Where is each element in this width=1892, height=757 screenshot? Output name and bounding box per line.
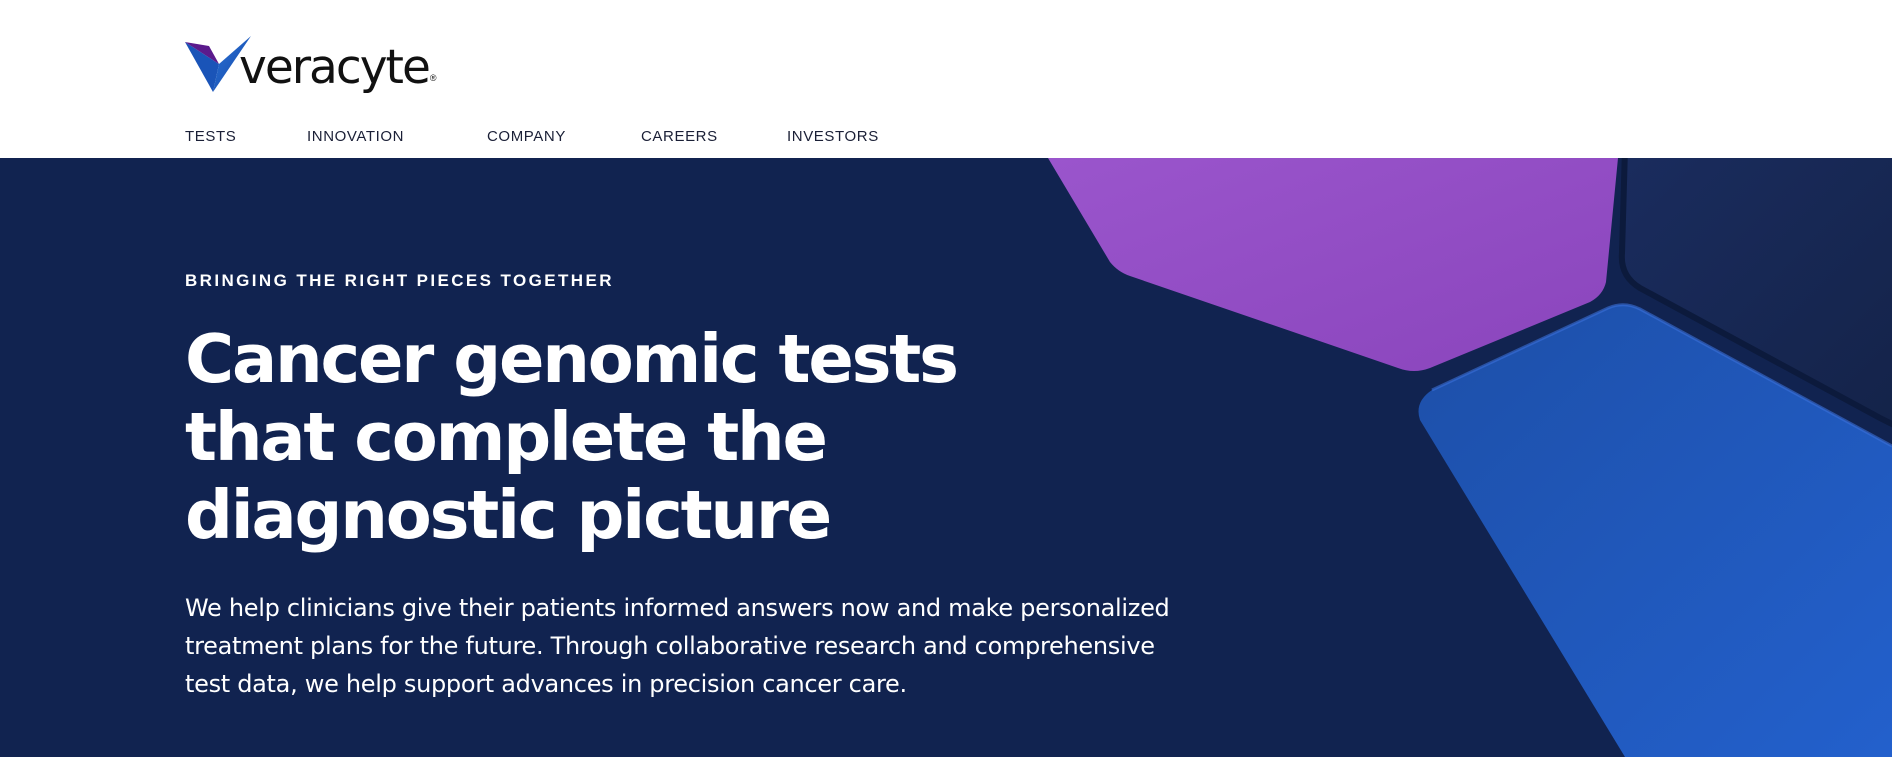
hero-heading-line: diagnostic picture (185, 476, 832, 554)
site-header: veracyte ® TESTS INNOVATION COMPANY CARE… (0, 0, 1892, 158)
hero-description: We help clinicians give their patients i… (185, 589, 1195, 703)
logo-wordmark: veracyte (239, 40, 431, 95)
registered-mark: ® (429, 73, 437, 83)
nav-item-tests[interactable]: TESTS (185, 128, 236, 145)
veracyte-logo[interactable]: veracyte ® (185, 36, 437, 92)
purple-puzzle-piece (1048, 158, 1618, 371)
nav-item-careers[interactable]: CAREERS (641, 128, 718, 145)
hero-description-line: treatment plans for the future. Through … (185, 632, 1155, 660)
hero-section: BRINGING THE RIGHT PIECES TOGETHER Cance… (0, 158, 1892, 757)
nav-item-investors[interactable]: INVESTORS (787, 128, 879, 145)
hero-description-line: We help clinicians give their patients i… (185, 594, 1170, 622)
nav-item-company[interactable]: COMPANY (487, 128, 566, 145)
nav-item-innovation[interactable]: INNOVATION (307, 128, 404, 145)
hero-eyebrow: BRINGING THE RIGHT PIECES TOGETHER (185, 271, 614, 290)
hero-heading-line: Cancer genomic tests (185, 320, 959, 398)
hero-heading: Cancer genomic tests that complete the d… (185, 320, 985, 554)
hero-heading-line: that complete the (185, 398, 828, 476)
hero-description-line: test data, we help support advances in p… (185, 670, 907, 698)
